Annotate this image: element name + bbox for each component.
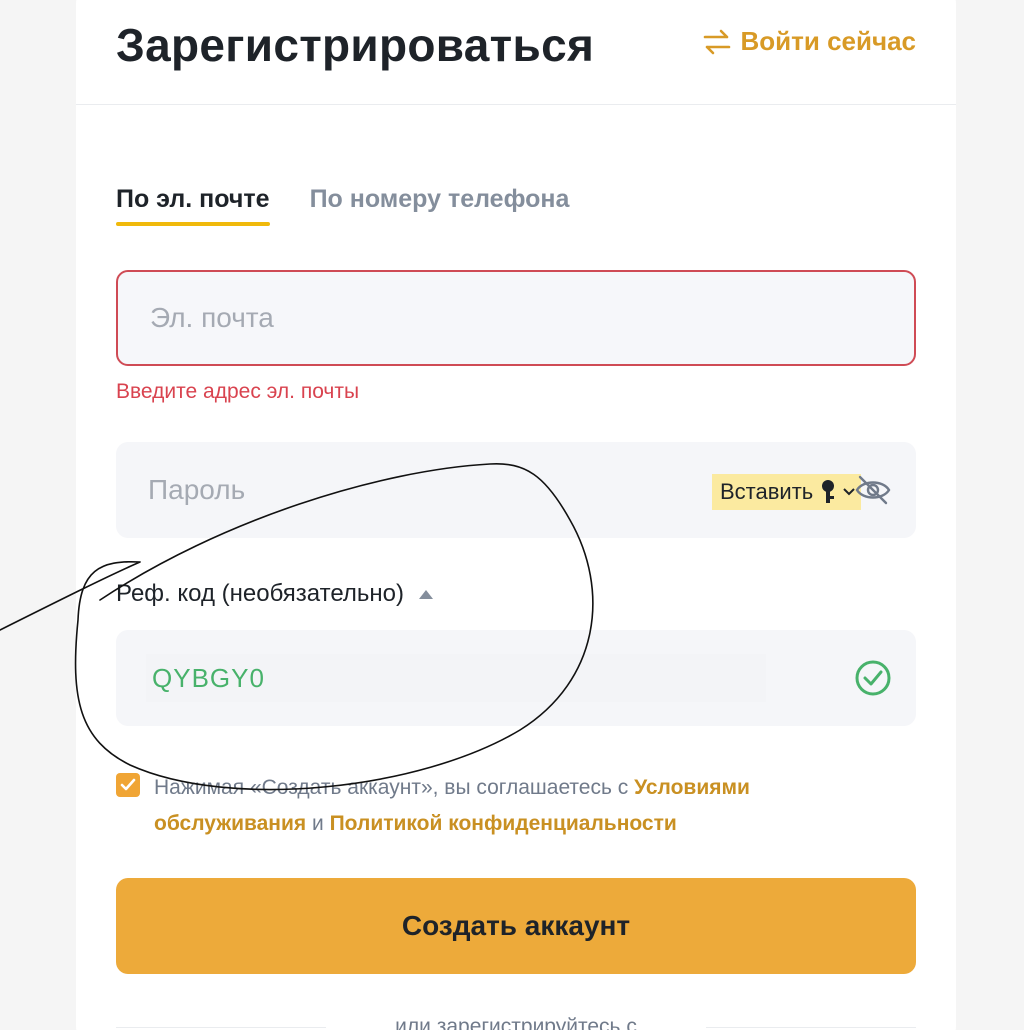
referral-toggle[interactable]: Реф. код (необязательно) [116, 580, 434, 608]
paste-label: Вставить [720, 479, 814, 504]
password-field-container: Вставить [116, 442, 916, 538]
page-title: Зарегистрироваться [116, 19, 595, 71]
terms-checkbox[interactable] [116, 773, 140, 797]
key-icon [822, 480, 835, 503]
privacy-policy-link[interactable]: Политикой конфиденциальности [330, 812, 677, 835]
terms-agreement: Нажимая «Создать аккаунт», вы соглашаете… [116, 770, 876, 842]
tab-email[interactable]: По эл. почте [116, 185, 270, 226]
signup-card: Зарегистрироваться Войти сейчас По эл. п… [76, 0, 956, 1030]
terms-prefix: Нажимая «Создать аккаунт», вы соглашаете… [154, 776, 635, 799]
referral-label: Реф. код (необязательно) [116, 580, 404, 607]
login-now-label: Войти сейчас [740, 26, 917, 56]
email-error-message: Введите адрес эл. почты [116, 380, 360, 403]
login-now-link[interactable]: Войти сейчас [703, 26, 917, 57]
password-input[interactable] [148, 442, 688, 538]
email-input[interactable] [150, 272, 690, 364]
tab-phone[interactable]: По номеру телефона [310, 185, 570, 226]
terms-middle: и [306, 812, 330, 835]
referral-code-input[interactable]: QYBGY0 [146, 654, 766, 702]
eye-off-icon[interactable] [854, 474, 892, 506]
signup-method-tabs: По эл. почте По номеру телефона [116, 185, 569, 226]
alt-signup-divider: или зарегистрируйтесь с [116, 1015, 916, 1030]
swap-arrows-icon [703, 29, 730, 54]
referral-field-container: QYBGY0 [116, 630, 916, 726]
email-field-container [116, 270, 916, 366]
create-account-button[interactable]: Создать аккаунт [116, 878, 916, 974]
triangle-up-icon [419, 590, 433, 599]
paste-password-button[interactable]: Вставить [712, 474, 862, 510]
card-header: Зарегистрироваться Войти сейчас [76, 0, 956, 105]
terms-text: Нажимая «Создать аккаунт», вы соглашаете… [154, 770, 876, 842]
check-circle-icon [855, 660, 891, 696]
checkmark-icon [120, 778, 136, 791]
divider-line-right [706, 1027, 916, 1028]
